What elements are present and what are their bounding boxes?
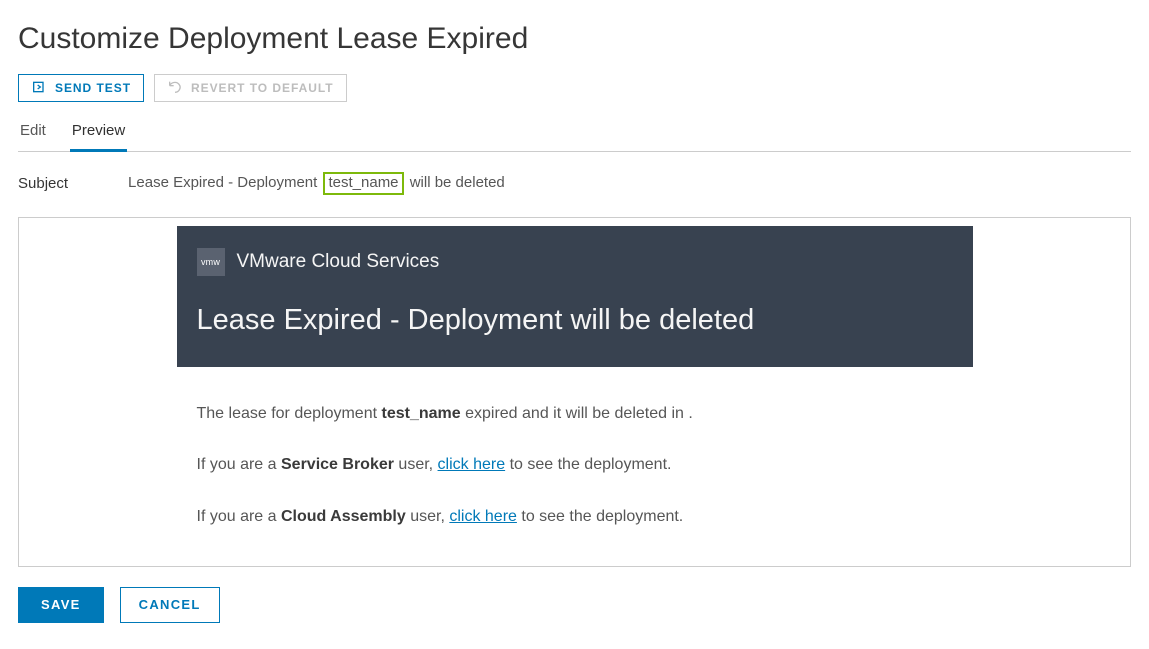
preview-scroll[interactable]: vmw VMware Cloud Services Lease Expired … bbox=[19, 218, 1130, 566]
email-line2-role: Service Broker bbox=[281, 456, 394, 473]
subject-prefix: Lease Expired - Deployment bbox=[128, 174, 321, 191]
subject-variable-highlight: test_name bbox=[323, 172, 403, 195]
revert-button: REVERT TO DEFAULT bbox=[154, 74, 347, 102]
save-button[interactable]: SAVE bbox=[18, 587, 104, 623]
undo-icon bbox=[167, 79, 183, 98]
subject-suffix: will be deleted bbox=[406, 174, 505, 191]
subject-row: Subject Lease Expired - Deployment test_… bbox=[18, 172, 1131, 195]
email-line2-post: to see the deployment. bbox=[505, 456, 671, 473]
email-header: vmw VMware Cloud Services Lease Expired … bbox=[177, 226, 973, 367]
email-line3: If you are a Cloud Assembly user, click … bbox=[197, 504, 953, 530]
subject-value: Lease Expired - Deployment test_name wil… bbox=[128, 172, 505, 195]
email-line1: The lease for deployment test_name expir… bbox=[197, 401, 953, 427]
toolbar: SEND TEST REVERT TO DEFAULT bbox=[18, 74, 1131, 102]
email-title: Lease Expired - Deployment will be delet… bbox=[197, 304, 953, 337]
service-broker-link[interactable]: click here bbox=[438, 456, 506, 473]
subject-label: Subject bbox=[18, 175, 68, 192]
email-line2-pre: If you are a bbox=[197, 456, 282, 473]
email-line1-var: test_name bbox=[382, 405, 461, 422]
cancel-button[interactable]: CANCEL bbox=[120, 587, 220, 623]
tab-preview[interactable]: Preview bbox=[70, 116, 127, 152]
email-line2-mid: user, bbox=[394, 456, 438, 473]
tabs: Edit Preview bbox=[18, 116, 1131, 152]
tab-edit[interactable]: Edit bbox=[18, 116, 48, 152]
email-body: The lease for deployment test_name expir… bbox=[177, 367, 973, 566]
preview-container: vmw VMware Cloud Services Lease Expired … bbox=[18, 217, 1131, 567]
email-line3-role: Cloud Assembly bbox=[281, 508, 406, 525]
cloud-assembly-link[interactable]: click here bbox=[449, 508, 517, 525]
brand-row: vmw VMware Cloud Services bbox=[197, 248, 953, 276]
page-title: Customize Deployment Lease Expired bbox=[18, 22, 1131, 56]
email-line3-mid: user, bbox=[406, 508, 450, 525]
email-line3-post: to see the deployment. bbox=[517, 508, 683, 525]
email-line1-post: expired and it will be deleted in . bbox=[461, 405, 693, 422]
vmware-logo-icon: vmw bbox=[197, 248, 225, 276]
email-line1-pre: The lease for deployment bbox=[197, 405, 382, 422]
send-test-button[interactable]: SEND TEST bbox=[18, 74, 144, 102]
email-preview: vmw VMware Cloud Services Lease Expired … bbox=[177, 226, 973, 566]
revert-label: REVERT TO DEFAULT bbox=[191, 81, 334, 95]
send-icon bbox=[31, 79, 47, 98]
footer-buttons: SAVE CANCEL bbox=[18, 587, 1131, 623]
brand-name: VMware Cloud Services bbox=[237, 251, 440, 273]
email-line3-pre: If you are a bbox=[197, 508, 282, 525]
send-test-label: SEND TEST bbox=[55, 81, 131, 95]
email-line2: If you are a Service Broker user, click … bbox=[197, 452, 953, 478]
